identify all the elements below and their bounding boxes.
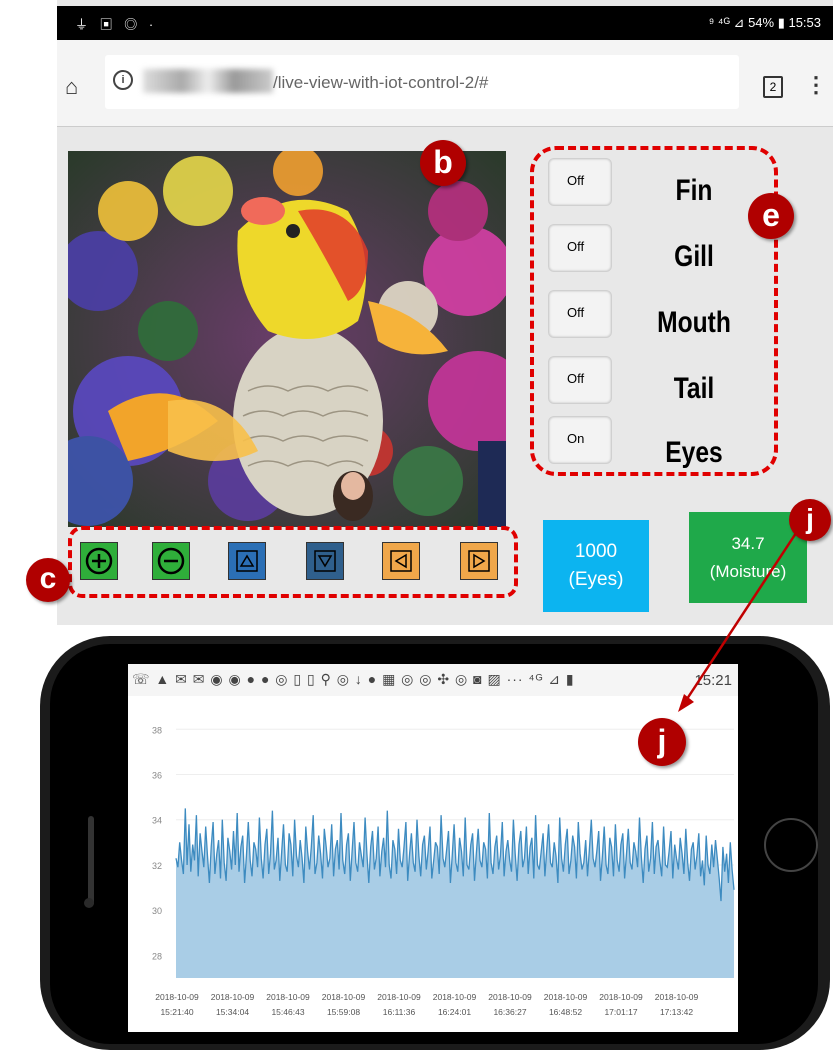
pan-left-button[interactable]	[382, 542, 420, 580]
moisture-label: (Moisture)	[709, 562, 787, 581]
marker-c: c	[26, 558, 70, 602]
right-arrow-icon	[468, 550, 490, 572]
x-tick-label-time: 16:36:27	[493, 1007, 526, 1017]
x-tick-label-date: 2018-10-09	[488, 992, 532, 1002]
y-tick-label: 32	[152, 861, 162, 871]
toggle-label-mouth: Mouth	[657, 306, 731, 339]
eyes-value-tile: 1000 (Eyes)	[543, 520, 649, 612]
marker-j-top: j	[789, 499, 831, 541]
phone-screen: ☏ ▲ ✉ ✉ ◉ ◉ ● ● ◎ ▯ ▯ ⚲ ◎ ↓ ● ▦ ◎ ◎ ✣ ◎ …	[128, 664, 738, 1032]
tilt-down-button[interactable]	[306, 542, 344, 580]
x-tick-label-time: 16:11:36	[383, 1007, 416, 1017]
y-tick-label: 36	[152, 771, 162, 781]
x-tick-label-date: 2018-10-09	[544, 992, 588, 1002]
x-tick-label-time: 15:21:40	[160, 1007, 193, 1017]
y-tick-label: 30	[152, 906, 162, 916]
up-arrow-icon	[236, 550, 258, 572]
toggle-state: Off	[567, 239, 585, 254]
zoom-out-icon	[157, 547, 185, 575]
marker-j-phone: j	[638, 718, 686, 766]
android-status-bar: ⏚ ▣ ◎ · ⁹ ⁴ᴳ ⊿ 54% ▮ 15:53	[57, 6, 833, 40]
toggle-tail[interactable]: Off	[548, 356, 612, 404]
x-tick-label-time: 16:48:52	[549, 1007, 582, 1017]
y-tick-label: 34	[152, 816, 162, 826]
eyes-value: 1000	[574, 541, 618, 562]
phone-speaker	[88, 816, 94, 906]
overflow-menu-icon[interactable]: ⋮	[805, 72, 827, 98]
zoom-in-icon	[85, 547, 113, 575]
down-arrow-icon	[314, 550, 336, 572]
toggle-label-fin: Fin	[675, 174, 713, 207]
status-right-icons: ⁹ ⁴ᴳ ⊿ 54% ▮ 15:53	[708, 15, 821, 30]
toggle-label-tail: Tail	[673, 372, 715, 405]
x-tick-label-date: 2018-10-09	[433, 992, 477, 1002]
address-bar[interactable]: i /live-view-with-iot-control-2/#	[105, 55, 739, 109]
toggle-label-gill: Gill	[674, 240, 714, 273]
x-tick-label-date: 2018-10-09	[377, 992, 421, 1002]
toggle-eyes[interactable]: On	[548, 416, 612, 464]
x-tick-label-date: 2018-10-09	[211, 992, 255, 1002]
marker-b: b	[420, 140, 466, 186]
x-tick-label-date: 2018-10-09	[155, 992, 199, 1002]
toggle-panel: Off Fin Off Gill Off Mouth Off Tail On E…	[530, 146, 778, 476]
toggle-state: Off	[567, 305, 585, 320]
moisture-value: 34.7	[731, 534, 765, 553]
toggle-state: Off	[567, 173, 585, 188]
x-tick-label-date: 2018-10-09	[322, 992, 366, 1002]
blurred-domain	[143, 69, 273, 93]
tilt-up-button[interactable]	[228, 542, 266, 580]
toggle-gill[interactable]: Off	[548, 224, 612, 272]
marker-e: e	[748, 193, 794, 239]
y-tick-label: 38	[152, 725, 162, 735]
x-tick-label-time: 15:34:04	[216, 1007, 249, 1017]
phone-status-icons: ☏ ▲ ✉ ✉ ◉ ◉ ● ● ◎ ▯ ▯ ⚲ ◎ ↓ ● ▦ ◎ ◎ ✣ ◎ …	[132, 671, 575, 687]
koi-flower-float-image	[68, 151, 506, 527]
x-tick-label-time: 16:24:01	[438, 1007, 471, 1017]
toggle-label-eyes: Eyes	[665, 436, 723, 469]
x-tick-label-date: 2018-10-09	[266, 992, 310, 1002]
status-left-icons: ⏚ ▣ ◎ ·	[75, 17, 158, 32]
eyes-label: (Eyes)	[568, 569, 624, 590]
tab-switcher-button[interactable]: 2	[763, 76, 783, 98]
url-text: /live-view-with-iot-control-2/#	[273, 73, 489, 92]
pan-right-button[interactable]	[460, 542, 498, 580]
x-tick-label-time: 17:01:17	[604, 1007, 637, 1017]
toggle-state: On	[567, 431, 585, 446]
x-tick-label-time: 15:59:08	[327, 1007, 360, 1017]
phone-time: 15:21	[694, 672, 732, 689]
y-tick-label: 28	[152, 951, 162, 961]
phone-status-bar: ☏ ▲ ✉ ✉ ◉ ◉ ● ● ◎ ▯ ▯ ⚲ ◎ ↓ ● ▦ ◎ ◎ ✣ ◎ …	[128, 664, 738, 696]
x-tick-label-time: 17:13:42	[660, 1007, 693, 1017]
zoom-in-button[interactable]	[80, 542, 118, 580]
left-arrow-icon	[390, 550, 412, 572]
x-tick-label-date: 2018-10-09	[599, 992, 643, 1002]
toggle-fin[interactable]: Off	[548, 158, 612, 206]
zoom-out-button[interactable]	[152, 542, 190, 580]
live-camera-view	[68, 151, 506, 527]
x-tick-label-time: 15:46:43	[271, 1007, 304, 1017]
camera-control-panel	[68, 526, 518, 598]
x-tick-label-date: 2018-10-09	[655, 992, 699, 1002]
browser-toolbar: ⌂ i /live-view-with-iot-control-2/# 2 ⋮	[57, 40, 833, 127]
toggle-mouth[interactable]: Off	[548, 290, 612, 338]
info-icon[interactable]: i	[113, 70, 133, 90]
home-button[interactable]	[764, 818, 818, 872]
phone-camera	[84, 898, 94, 908]
home-icon[interactable]: ⌂	[65, 74, 78, 100]
toggle-state: Off	[567, 371, 585, 386]
